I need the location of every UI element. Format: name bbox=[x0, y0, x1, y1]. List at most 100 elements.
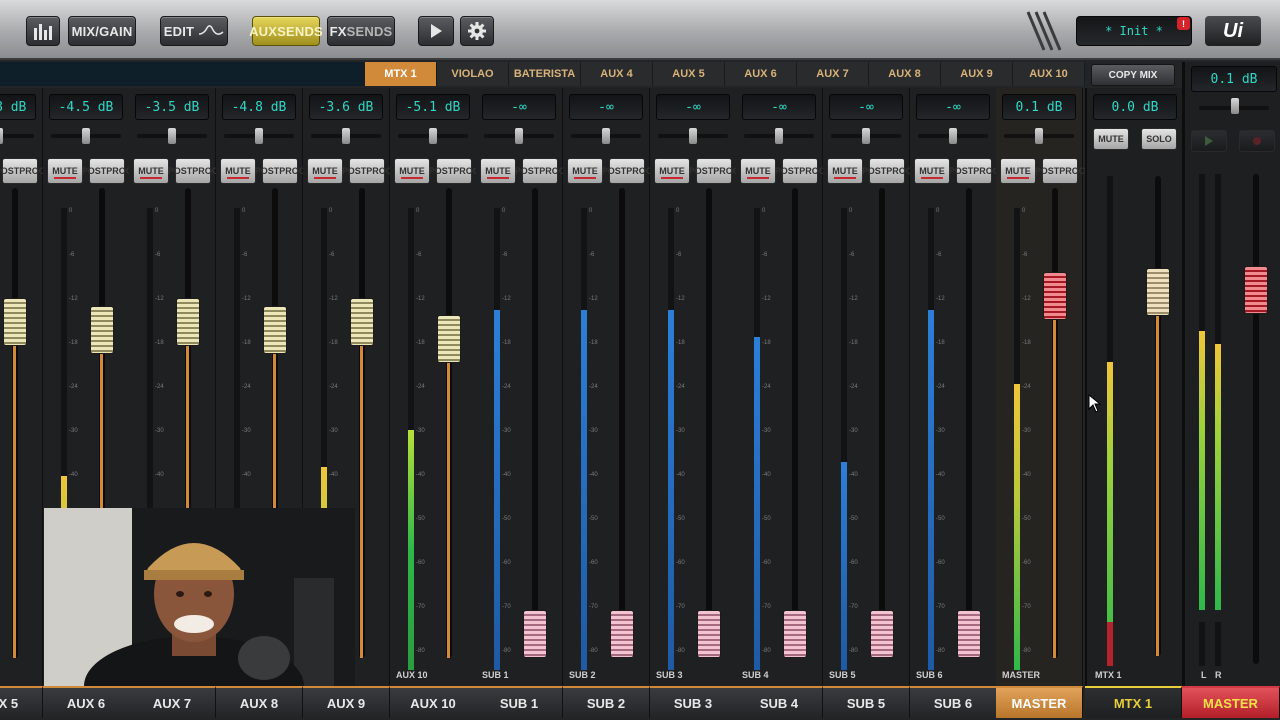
mtx1-mute-button[interactable]: MUTE bbox=[1093, 128, 1129, 150]
pan-knob[interactable] bbox=[949, 128, 957, 144]
post-proc-button[interactable]: POSTPROC bbox=[1035, 158, 1085, 184]
post-proc-button[interactable]: POSTPROC bbox=[255, 158, 305, 184]
fader-cap[interactable] bbox=[783, 610, 807, 658]
mix-tab[interactable]: BATERISTA bbox=[508, 62, 580, 86]
pan-knob[interactable] bbox=[342, 128, 350, 144]
mix-gain-button[interactable]: MIX/GAIN bbox=[68, 16, 136, 46]
fader-cap[interactable] bbox=[3, 297, 27, 346]
send-level-display[interactable]: -∞ bbox=[569, 94, 643, 120]
fader-track[interactable] bbox=[706, 188, 712, 658]
send-level-display[interactable]: 0.1 dB bbox=[1002, 94, 1076, 120]
mix-tab[interactable]: MTX 1 bbox=[364, 62, 436, 86]
pan-knob[interactable] bbox=[689, 128, 697, 144]
settings-button[interactable] bbox=[460, 16, 494, 46]
mute-button[interactable]: MUTE bbox=[133, 158, 169, 184]
fader-cap[interactable] bbox=[870, 610, 894, 658]
mix-tab[interactable]: AUX 4 bbox=[580, 62, 652, 86]
post-proc-button[interactable]: POSTPROC bbox=[168, 158, 218, 184]
channel-name-label[interactable]: AUX 8 bbox=[216, 686, 303, 718]
send-level-display[interactable]: -∞ bbox=[829, 94, 903, 120]
pan-knob[interactable] bbox=[602, 128, 610, 144]
master-fader-cap[interactable] bbox=[1244, 266, 1268, 314]
mute-button[interactable]: MUTE bbox=[567, 158, 603, 184]
fader-track[interactable] bbox=[879, 188, 885, 658]
fader-track[interactable] bbox=[532, 188, 538, 658]
send-level-display[interactable]: -∞ bbox=[482, 94, 556, 120]
fader-cap[interactable] bbox=[176, 297, 200, 346]
play-button[interactable] bbox=[418, 16, 454, 46]
channel-name-label[interactable]: SUB 5 bbox=[823, 686, 910, 718]
mute-button[interactable]: MUTE bbox=[47, 158, 83, 184]
master-record-button[interactable] bbox=[1239, 130, 1275, 152]
channel-name-label[interactable]: AUX 7 bbox=[129, 686, 216, 718]
mix-tab[interactable]: AUX 8 bbox=[868, 62, 940, 86]
post-proc-button[interactable]: POSTPROC bbox=[602, 158, 652, 184]
post-proc-button[interactable]: POSTPROC bbox=[949, 158, 999, 184]
send-level-display[interactable]: -∞ bbox=[742, 94, 816, 120]
post-proc-button[interactable]: POSTPROC bbox=[0, 158, 45, 184]
pan-knob[interactable] bbox=[515, 128, 523, 144]
pan-knob[interactable] bbox=[1035, 128, 1043, 144]
mix-tab[interactable]: AUX 5 bbox=[652, 62, 724, 86]
fader-cap[interactable] bbox=[90, 306, 114, 355]
send-level-display[interactable]: -∞ bbox=[916, 94, 990, 120]
mtx1-fader-cap[interactable] bbox=[1146, 268, 1170, 316]
mute-button[interactable]: MUTE bbox=[480, 158, 516, 184]
send-level-display[interactable]: -3.8 dB bbox=[0, 94, 36, 120]
fader-cap[interactable] bbox=[437, 314, 461, 363]
mix-tab[interactable]: AUX 6 bbox=[724, 62, 796, 86]
channel-name-label[interactable]: SUB 1 bbox=[476, 686, 563, 718]
aux-sends-button[interactable]: AUX SENDS bbox=[249, 16, 323, 46]
post-proc-button[interactable]: POSTPROC bbox=[82, 158, 132, 184]
copy-mix-button[interactable]: COPY MIX bbox=[1091, 64, 1175, 86]
channel-name-label[interactable]: SUB 3 bbox=[650, 686, 737, 718]
fader-cap[interactable] bbox=[350, 297, 374, 346]
mix-tab[interactable]: AUX 9 bbox=[940, 62, 1012, 86]
mtx1-solo-button[interactable]: SOLO bbox=[1141, 128, 1177, 150]
pan-knob[interactable] bbox=[775, 128, 783, 144]
send-level-display[interactable]: -∞ bbox=[656, 94, 730, 120]
master-level-display[interactable]: 0.1 dB bbox=[1191, 66, 1277, 92]
pan-knob[interactable] bbox=[862, 128, 870, 144]
pan-knob[interactable] bbox=[429, 128, 437, 144]
fader-cap[interactable] bbox=[523, 610, 547, 658]
mute-button[interactable]: MUTE bbox=[654, 158, 690, 184]
fader-track[interactable] bbox=[966, 188, 972, 658]
send-level-display[interactable]: -4.5 dB bbox=[49, 94, 123, 120]
pan-track[interactable] bbox=[0, 134, 34, 138]
mix-tab[interactable]: AUX 7 bbox=[796, 62, 868, 86]
channel-name-label[interactable]: SUB 4 bbox=[736, 686, 823, 718]
channel-name-label[interactable]: AUX 6 bbox=[43, 686, 130, 718]
edit-button[interactable]: EDIT bbox=[160, 16, 228, 46]
preset-display[interactable]: * Init * bbox=[1076, 16, 1192, 46]
pan-knob[interactable] bbox=[255, 128, 263, 144]
mute-button[interactable]: MUTE bbox=[220, 158, 256, 184]
send-level-display[interactable]: -3.6 dB bbox=[309, 94, 383, 120]
channel-name-label[interactable]: AUX 9 bbox=[303, 686, 390, 718]
pan-knob[interactable] bbox=[168, 128, 176, 144]
mute-button[interactable]: MUTE bbox=[394, 158, 430, 184]
post-proc-button[interactable]: POSTPROC bbox=[689, 158, 739, 184]
channel-name-label[interactable]: SUB 2 bbox=[563, 686, 650, 718]
channel-name-label[interactable]: SUB 6 bbox=[910, 686, 997, 718]
channel-name-label[interactable]: AUX 5 bbox=[0, 686, 43, 718]
mtx1-level-display[interactable]: 0.0 dB bbox=[1093, 94, 1177, 120]
meters-button[interactable] bbox=[26, 16, 60, 46]
mute-button[interactable]: MUTE bbox=[1000, 158, 1036, 184]
channel-name-label[interactable]: MASTER bbox=[996, 686, 1083, 718]
fader-cap[interactable] bbox=[263, 306, 287, 355]
send-level-display[interactable]: -5.1 dB bbox=[396, 94, 470, 120]
send-level-display[interactable]: -4.8 dB bbox=[222, 94, 296, 120]
mute-button[interactable]: MUTE bbox=[827, 158, 863, 184]
pan-knob[interactable] bbox=[0, 128, 3, 144]
master-name-label[interactable]: MASTER bbox=[1182, 686, 1280, 718]
fader-cap[interactable] bbox=[610, 610, 634, 658]
mix-tab[interactable]: AUX 10 bbox=[1012, 62, 1084, 86]
channel-name-label[interactable]: AUX 10 bbox=[390, 686, 477, 718]
master-fader-track[interactable] bbox=[1253, 174, 1259, 664]
pan-knob[interactable] bbox=[82, 128, 90, 144]
send-level-display[interactable]: -3.5 dB bbox=[135, 94, 209, 120]
mute-button[interactable]: MUTE bbox=[914, 158, 950, 184]
master-pan-knob[interactable] bbox=[1231, 98, 1239, 114]
fader-cap[interactable] bbox=[1043, 272, 1067, 321]
